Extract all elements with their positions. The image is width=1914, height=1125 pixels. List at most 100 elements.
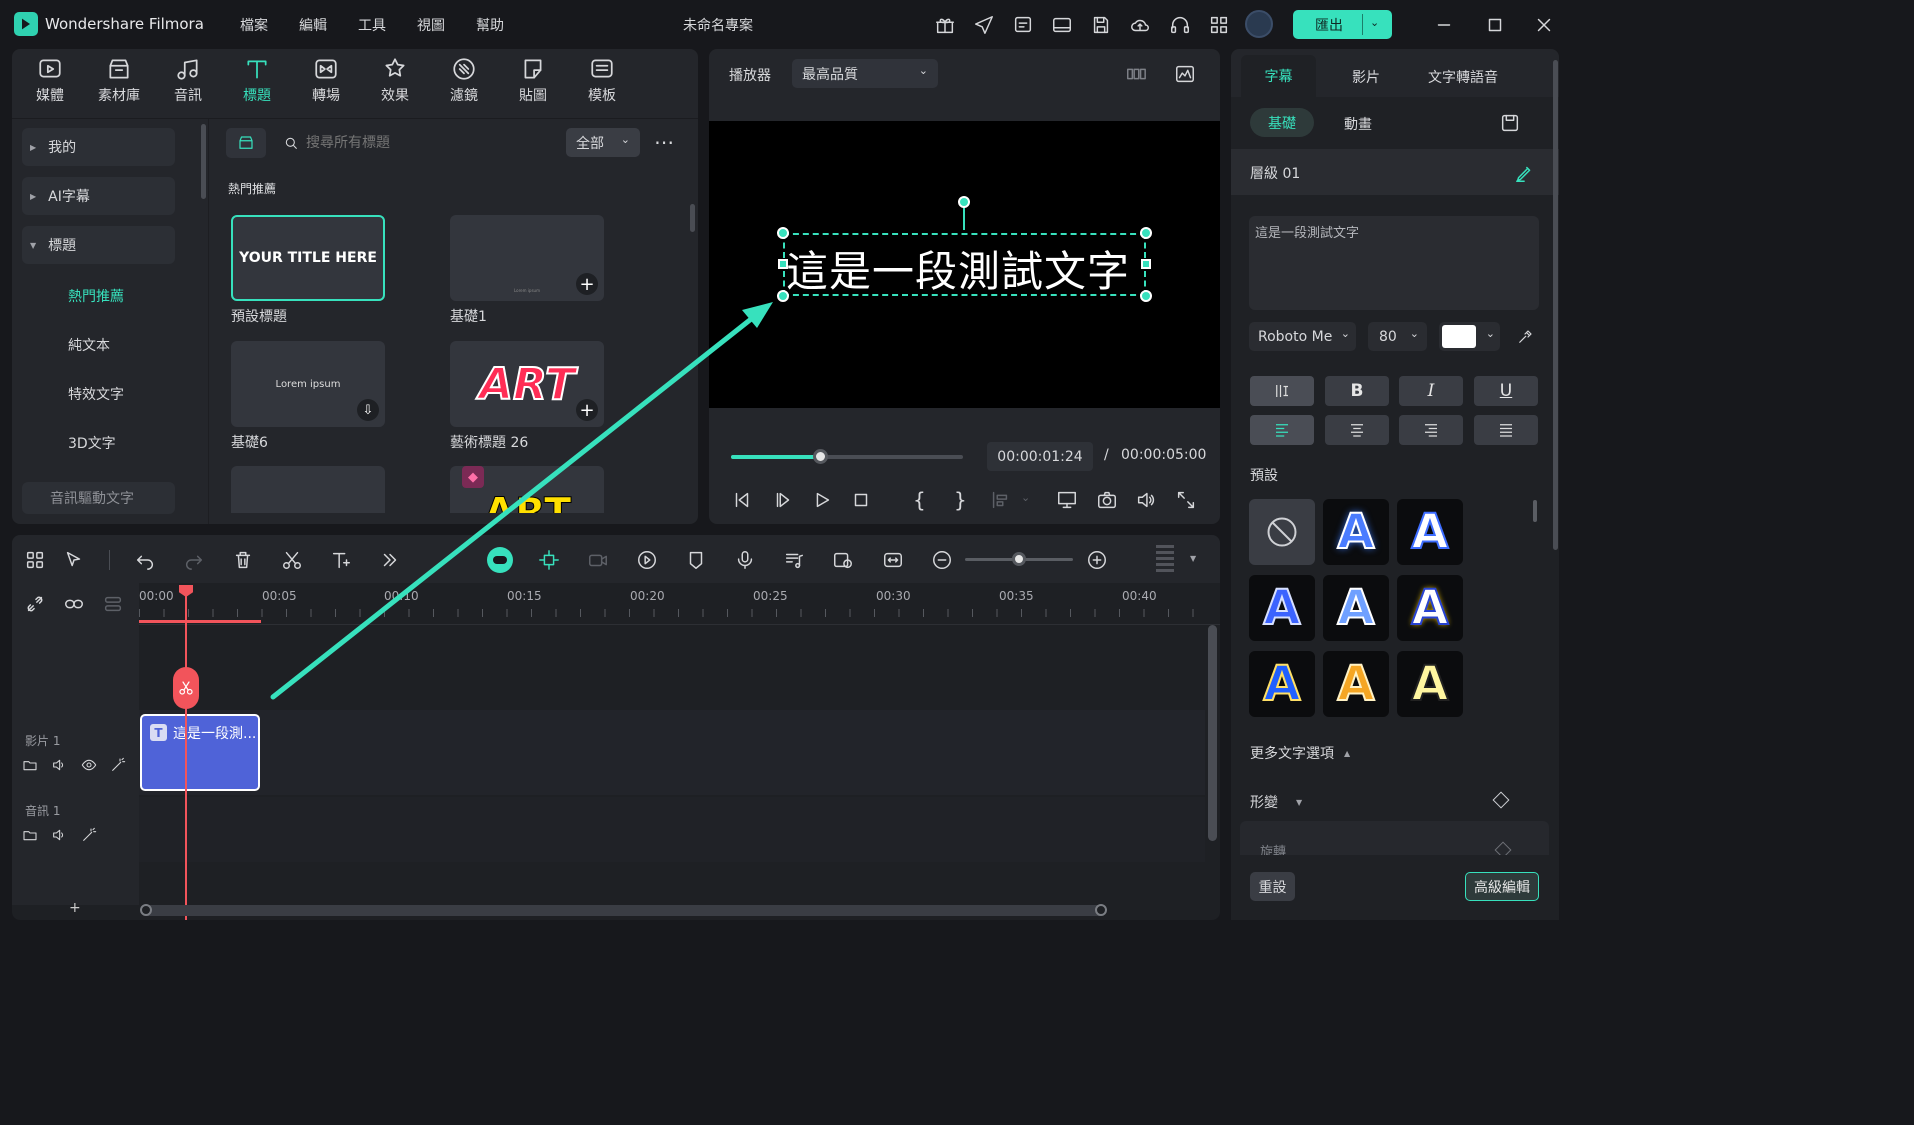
preview-text[interactable]: 這是一段測試文字 [786,238,1146,299]
sidebar-item-ai-subtitles[interactable]: ▶ AI字幕 [22,177,175,215]
insert-icon[interactable] [988,488,1012,512]
title-card-basic6[interactable]: Lorem ipsum ⇩ [231,341,385,427]
snapshot-icon[interactable] [1095,488,1119,512]
tab-library[interactable]: 素材庫 [89,56,149,112]
zoom-in-icon[interactable] [1084,547,1110,573]
layout-icon[interactable] [1050,13,1074,37]
tab-effects[interactable]: 效果 [365,56,425,112]
color-picker[interactable]: ⌄ [1439,322,1500,351]
magic-wand-icon[interactable] [79,825,99,845]
title-clip[interactable]: T 這是一段測... [140,714,260,791]
text-content-field[interactable]: 這是一段測試文字 [1249,216,1539,310]
tab-subtitle[interactable]: 字幕 [1241,55,1316,97]
resize-handle-bl[interactable] [777,290,789,302]
fullscreen-icon[interactable] [1174,488,1198,512]
delete-icon[interactable] [230,547,256,573]
subtab-basic[interactable]: 基礎 [1250,108,1314,137]
prev-frame-icon[interactable] [730,488,754,512]
track-manager-icon[interactable] [100,591,126,617]
caret-down-icon[interactable]: ▼ [1190,554,1196,563]
tab-text-to-speech[interactable]: 文字轉語音 [1428,67,1498,87]
sidebar-subitem-hot[interactable]: 熱門推薦 [68,286,124,306]
search-input[interactable] [306,131,546,155]
title-card-partial[interactable] [231,466,385,513]
underline-button[interactable]: U [1474,376,1538,406]
menu-file[interactable]: 檔案 [240,15,268,35]
preset-style-2[interactable]: A [1397,499,1463,565]
title-card-default[interactable]: YOUR TITLE HERE [231,215,385,301]
scroll-handle-right[interactable] [1095,904,1107,916]
auto-highlight-icon[interactable] [536,547,562,573]
auto-reframe-icon[interactable] [830,547,856,573]
microphone-icon[interactable] [732,547,758,573]
mark-in-icon[interactable]: { [913,488,926,512]
vertical-text-button[interactable] [1250,376,1314,406]
title-card-basic1[interactable]: Lorem ipsum + [450,215,604,301]
rotate-handle[interactable] [958,196,970,208]
density-grip-icon[interactable] [1156,545,1174,575]
folder-icon[interactable] [20,825,40,845]
speaker-icon[interactable] [49,755,69,775]
play-icon[interactable] [810,488,834,512]
grid-view-icon[interactable] [1124,62,1148,86]
align-justify-button[interactable] [1474,415,1538,445]
font-size-dropdown[interactable]: 80 ⌄ [1368,322,1427,351]
font-dropdown[interactable]: Roboto Me ⌄ [1249,322,1356,351]
sidebar-item-mine[interactable]: ▶ 我的 [22,128,175,166]
volume-icon[interactable] [1134,488,1158,512]
more-text-options[interactable]: 更多文字選項 ▲ [1250,743,1350,763]
menu-tools[interactable]: 工具 [358,15,386,35]
audio-mix-icon[interactable] [781,547,807,573]
tab-video[interactable]: 影片 [1352,67,1380,87]
mark-out-icon[interactable]: } [954,488,967,512]
timeline-ruler[interactable] [139,583,1220,625]
sidebar-subitem-3d-text[interactable]: 3D文字 [68,433,116,453]
folder-icon[interactable] [20,755,40,775]
filter-dropdown[interactable]: 全部 ⌄ [566,128,640,157]
italic-button[interactable]: I [1399,376,1463,406]
scroll-handle-left[interactable] [140,904,152,916]
add-track-button[interactable]: + [69,900,81,916]
ai-video-icon[interactable] [585,547,611,573]
layout-grid-icon[interactable] [22,547,48,573]
title-card-art-partial[interactable]: ◆ ART [450,466,604,513]
text-tool-icon[interactable] [328,547,354,573]
sidebar-scrollbar[interactable] [201,124,206,199]
save-icon[interactable] [1089,13,1113,37]
playhead-line[interactable] [185,590,187,920]
work-area-bar[interactable] [139,620,261,623]
menu-help[interactable]: 幫助 [476,15,504,35]
reset-button[interactable]: 重設 [1250,872,1295,901]
sidebar-subitem-effect-text[interactable]: 特效文字 [68,384,124,404]
preset-style-8[interactable]: A [1397,651,1463,717]
preset-style-5[interactable]: A [1397,575,1463,641]
sidebar-item-titles[interactable]: ▼ 標題 [22,226,175,264]
bold-button[interactable]: B [1325,376,1389,406]
eyedropper-icon[interactable] [1513,325,1537,349]
ai-edit-icon[interactable] [1512,160,1538,186]
split-scissors-icon[interactable] [173,667,199,709]
save-preset-icon[interactable] [1498,111,1522,135]
preset-none[interactable] [1249,499,1315,565]
magic-wand-icon[interactable] [108,755,128,775]
select-tool-icon[interactable] [61,547,87,573]
close-icon[interactable] [1532,13,1556,37]
link-icon[interactable] [61,591,87,617]
cloud-icon[interactable] [1128,13,1152,37]
preset-style-6[interactable]: A [1249,651,1315,717]
eye-icon[interactable] [79,755,99,775]
zoom-slider-knob[interactable] [1012,552,1026,566]
menu-edit[interactable]: 編輯 [299,15,327,35]
preset-style-7[interactable]: A [1323,651,1389,717]
tab-transitions[interactable]: 轉場 [296,56,356,112]
tab-audio[interactable]: 音訊 [158,56,218,112]
chevron-down-icon[interactable]: ⌄ [1021,491,1030,504]
playback-progress-track[interactable] [731,449,963,464]
send-icon[interactable] [972,13,996,37]
quality-dropdown[interactable]: 最高品質 ⌄ [792,59,938,88]
preset-style-4[interactable]: A [1323,575,1389,641]
keyframe-diamond-icon[interactable] [1494,841,1512,855]
timeline-h-scrollbar[interactable] [143,905,1106,916]
preset-style-1[interactable]: A [1323,499,1389,565]
tab-filters[interactable]: 濾鏡 [434,56,494,112]
